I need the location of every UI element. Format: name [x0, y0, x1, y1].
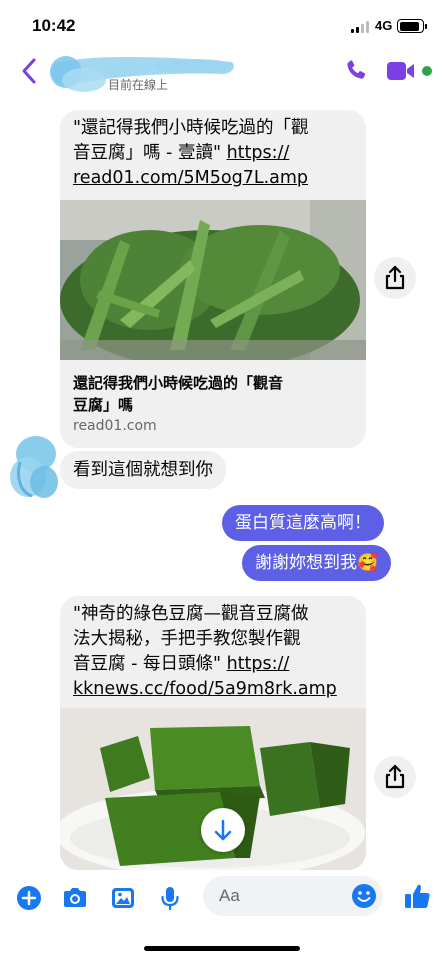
emoji-icon[interactable] — [350, 882, 378, 910]
shared-link-card[interactable]: "還記得我們小時候吃過的「觀 音豆腐」嗎 - 壹讀" https:// read… — [60, 110, 366, 448]
received-message: 看到這個就想到你 — [60, 451, 226, 489]
link-message-text: "神奇的綠色豆腐—觀音豆腐做 法大揭秘，手把手教您製作觀 音豆腐 - 每日頭條"… — [73, 602, 337, 702]
message-input-container — [203, 876, 383, 916]
message-text-line: "還記得我們小時候吃過的「觀 — [73, 118, 309, 138]
back-chevron-icon[interactable] — [18, 56, 42, 86]
message-input[interactable] — [219, 884, 339, 908]
sent-message-text: 謝謝妳想到我 — [255, 553, 357, 573]
status-time: 10:42 — [32, 16, 76, 35]
message-text-fragment: 音豆腐 - 每日頭條" — [73, 654, 227, 674]
message-link[interactable]: read01.com/5M5og7L.amp — [73, 168, 308, 188]
message-text-line: "神奇的綠色豆腐—觀音豆腐做 — [73, 604, 309, 624]
composer-bar — [0, 870, 444, 960]
presence-status: 目前在線上 — [108, 78, 169, 92]
video-call-icon[interactable] — [386, 60, 416, 82]
conversation-header: 目前在線上 — [0, 50, 444, 94]
message-text-line: 法大揭秘，手把手教您製作觀 — [73, 629, 301, 649]
message-link[interactable]: kknews.cc/food/5a9m8rk.amp — [73, 679, 337, 699]
shared-link-card[interactable]: "神奇的綠色豆腐—觀音豆腐做 法大揭秘，手把手教您製作觀 音豆腐 - 每日頭條"… — [60, 596, 366, 870]
battery-icon — [397, 19, 427, 33]
scroll-to-bottom-button[interactable] — [201, 808, 245, 852]
thumbs-up-icon[interactable] — [402, 881, 432, 911]
network-type: 4G — [375, 18, 393, 33]
share-icon — [385, 265, 405, 290]
message-text-line: 音豆腐 - 每日頭條" https:// — [73, 652, 337, 677]
share-button[interactable] — [374, 257, 416, 299]
camera-icon[interactable] — [61, 884, 89, 912]
arrow-down-icon — [214, 819, 232, 841]
smiling-face-hearts-emoji: 🥰 — [357, 553, 379, 573]
contact-avatar-redacted — [10, 436, 58, 498]
sent-message: 謝謝妳想到我🥰 — [242, 545, 392, 581]
message-link[interactable]: https:// — [227, 143, 290, 163]
link-preview-domain: read01.com — [73, 418, 157, 434]
cellular-signal-icon — [351, 21, 371, 33]
preview-title-line: 豆腐」嗎 — [73, 396, 134, 414]
plus-icon[interactable] — [15, 884, 43, 912]
message-text-line: 音豆腐」嗎 - 壹讀" https:// — [73, 141, 309, 166]
home-indicator — [144, 946, 300, 951]
message-text-fragment: 音豆腐」嗎 - 壹讀" — [73, 143, 227, 163]
status-bar: 10:42 4G — [0, 0, 444, 50]
message-link[interactable]: https:// — [227, 654, 290, 674]
link-preview-image[interactable] — [60, 200, 366, 360]
sent-message: 蛋白質這麼高啊！ — [222, 505, 384, 541]
share-icon — [385, 764, 405, 789]
preview-title-line: 還記得我們小時候吃過的「觀音 — [73, 374, 284, 392]
online-indicator — [422, 66, 432, 76]
link-preview-title: 還記得我們小時候吃過的「觀音 豆腐」嗎 — [73, 372, 283, 416]
photo-gallery-icon[interactable] — [109, 884, 137, 912]
microphone-icon[interactable] — [156, 884, 184, 912]
phone-call-icon[interactable] — [344, 58, 368, 82]
share-button[interactable] — [374, 756, 416, 798]
link-message-text: "還記得我們小時候吃過的「觀 音豆腐」嗎 - 壹讀" https:// read… — [73, 116, 309, 191]
